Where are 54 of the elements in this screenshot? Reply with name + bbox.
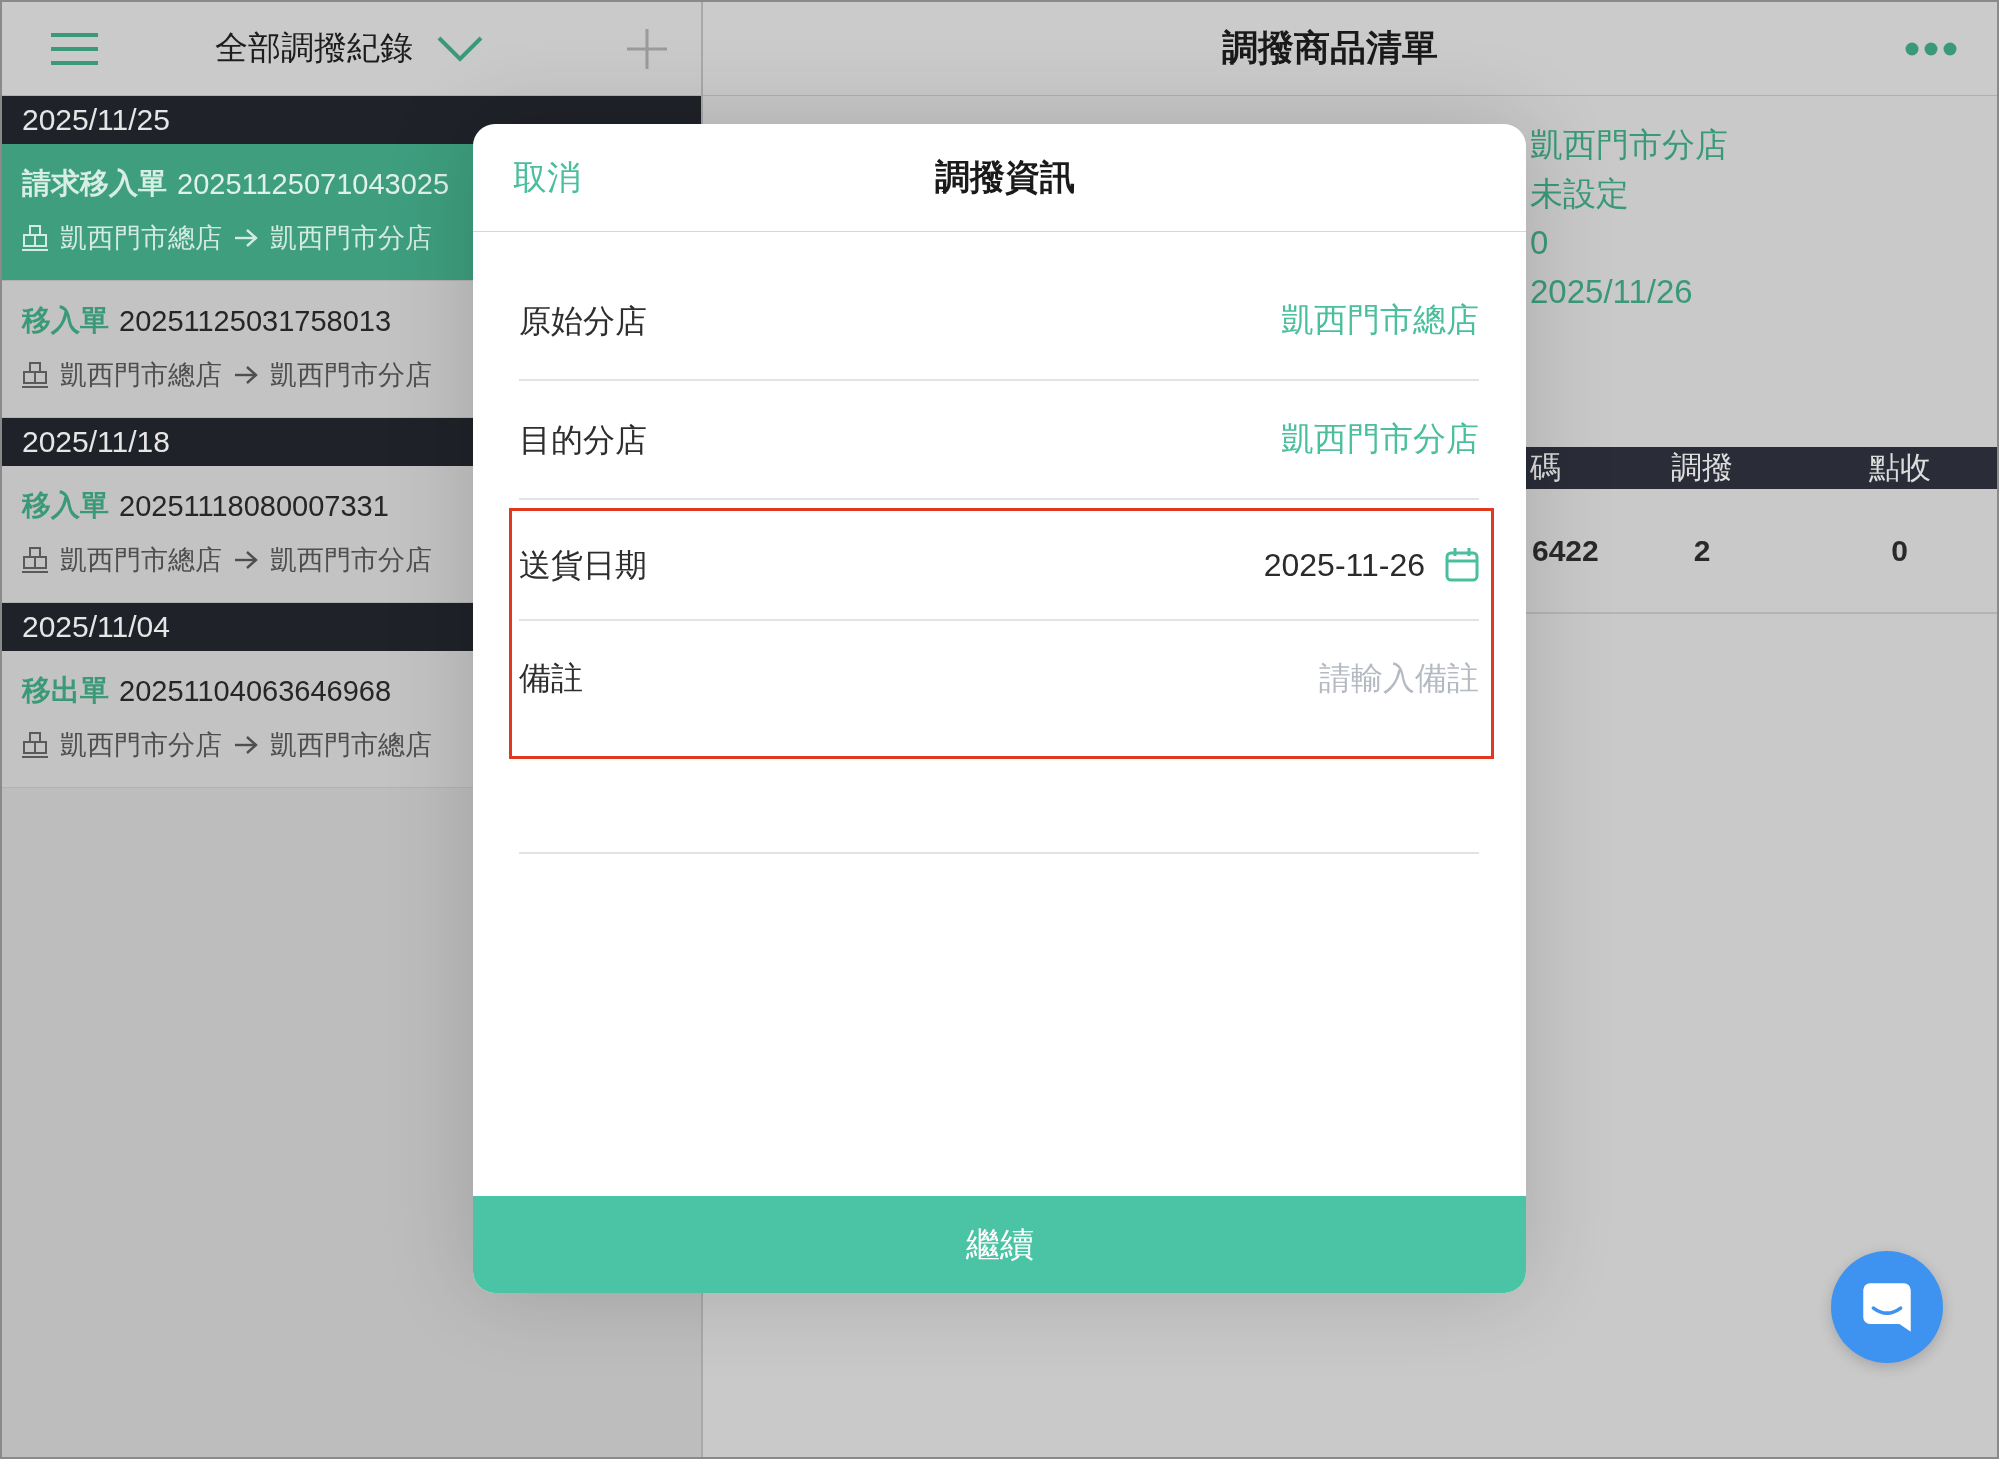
- chevron-down-icon: [437, 35, 483, 62]
- detail-value: 2025/11/26: [1530, 272, 1694, 312]
- table-cell-text: 0: [1890, 533, 1909, 568]
- more-button[interactable]: [1905, 41, 1957, 56]
- remark-field[interactable]: 請輸入備註: [959, 658, 1479, 698]
- table-cell-text: 6422: [1531, 533, 1600, 568]
- field-value: 凱西門市分店: [1281, 419, 1479, 459]
- detail-value: 凱西門市分店: [1530, 125, 1729, 165]
- boxes-icon: [22, 732, 48, 758]
- to-store: 凱西門市分店: [270, 222, 432, 255]
- menu-icon: [51, 32, 98, 65]
- table-cell-text: 2: [1692, 533, 1712, 568]
- records-filter-dropdown[interactable]: 全部調撥紀錄: [215, 26, 483, 71]
- field-label: 備註: [519, 659, 583, 698]
- record-type: 移出單: [22, 673, 109, 708]
- from-store: 凱西門市總店: [60, 544, 222, 577]
- arrow-right-icon: [234, 228, 258, 248]
- detail-value: 未設定: [1530, 174, 1630, 214]
- arrow-right-icon: [234, 735, 258, 755]
- detail-value: 0: [1530, 223, 1550, 263]
- boxes-icon: [22, 225, 48, 251]
- record-number: 20251125071043025: [177, 167, 450, 201]
- from-store: 凱西門市總店: [60, 222, 222, 255]
- to-store: 凱西門市分店: [270, 359, 432, 392]
- column-header: 點收: [1867, 449, 1932, 487]
- record-type: 移入單: [22, 488, 109, 523]
- record-number: 20251104063646968: [119, 674, 392, 708]
- boxes-icon: [22, 547, 48, 573]
- add-button[interactable]: [627, 28, 667, 69]
- from-store: 凱西門市分店: [60, 729, 222, 762]
- record-number: 20251125031758013: [119, 304, 392, 338]
- boxes-icon: [22, 362, 48, 388]
- arrow-right-icon: [234, 550, 258, 570]
- chat-icon: [1861, 1281, 1913, 1333]
- record-type: 移入單: [22, 303, 109, 338]
- to-store: 凱西門市分店: [270, 544, 432, 577]
- date-picker[interactable]: 2025-11-26: [1263, 546, 1479, 584]
- record-type: 請求移入單: [22, 166, 167, 201]
- column-header: 調撥: [1670, 449, 1734, 487]
- field-value: 凱西門市總店: [1281, 300, 1479, 340]
- field-label: 目的分店: [519, 420, 647, 460]
- plus-icon: [627, 28, 667, 69]
- from-store: 凱西門市總店: [60, 359, 222, 392]
- field-label: 送貨日期: [519, 546, 647, 585]
- page-title: 調撥商品清單: [1222, 26, 1438, 70]
- more-icon: [1905, 41, 1957, 56]
- menu-button[interactable]: [51, 32, 98, 65]
- record-number: 20251118080007331: [119, 489, 389, 523]
- arrow-right-icon: [234, 365, 258, 385]
- calendar-icon: [1445, 548, 1479, 582]
- to-store: 凱西門市總店: [270, 729, 432, 762]
- field-label: 原始分店: [519, 301, 647, 341]
- column-header: 碼: [1529, 449, 1562, 487]
- dialog-title: 調撥資訊: [934, 156, 1075, 198]
